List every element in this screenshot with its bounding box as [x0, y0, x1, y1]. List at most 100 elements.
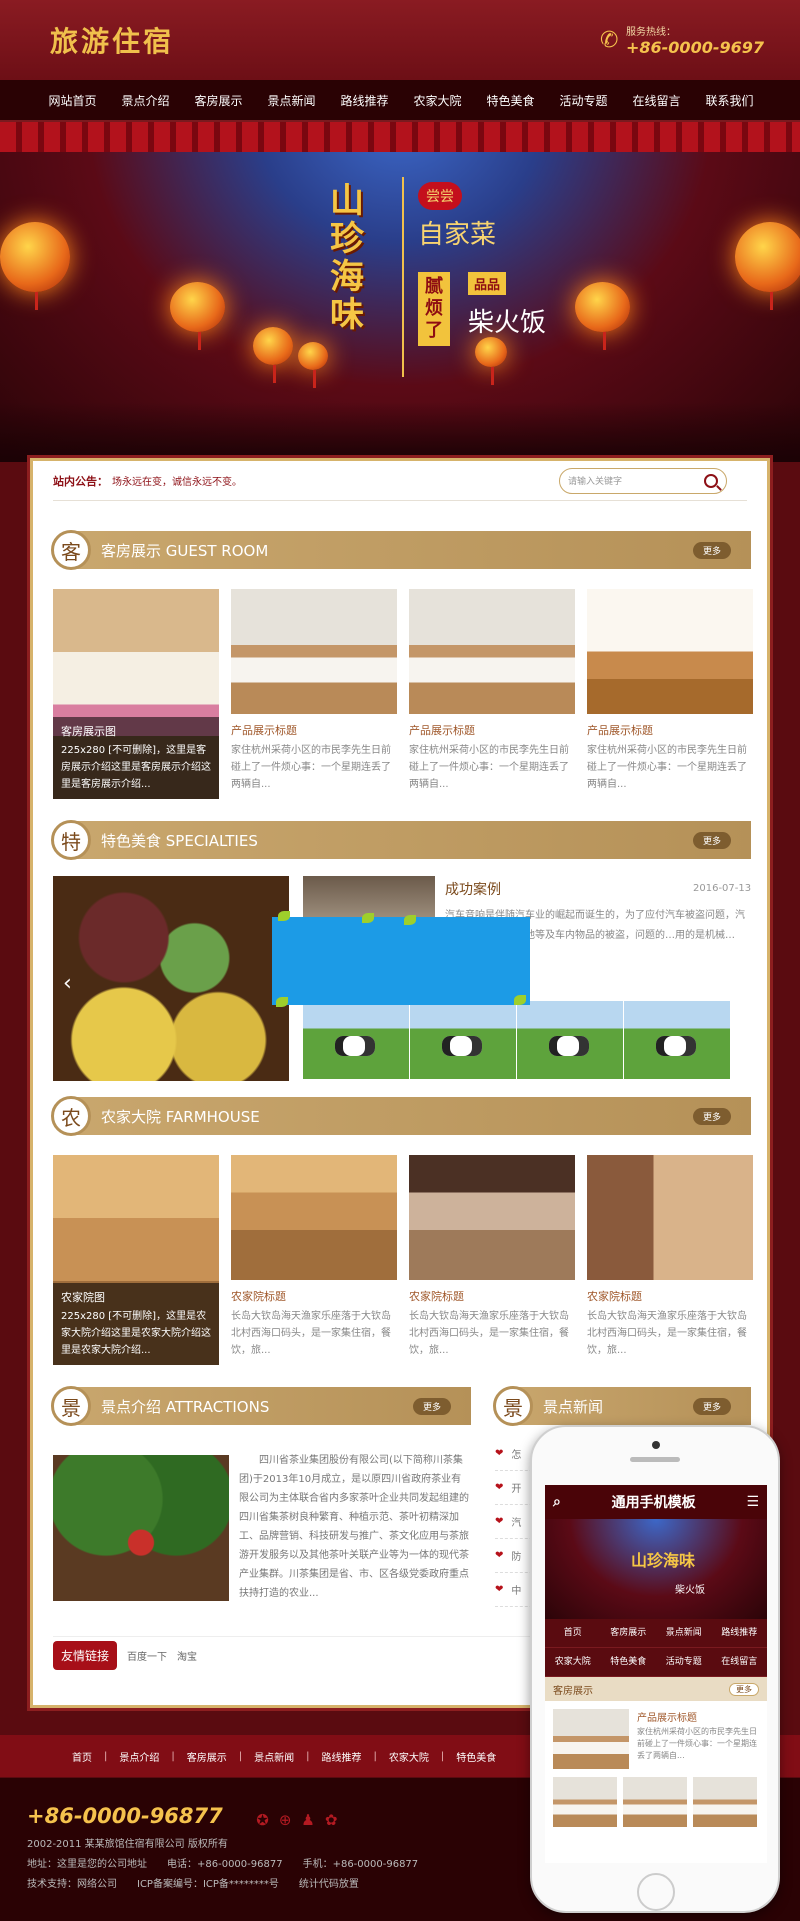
mobile-nav-item[interactable]: 活动专题 [656, 1648, 712, 1677]
nav-home[interactable]: 网站首页 [36, 92, 109, 109]
room-card[interactable]: 产品展示标题 家住杭州采荷小区的市民李先生日前碰上了一件烦心事：一个星期连丢了两… [409, 589, 575, 799]
farm-image[interactable] [409, 1155, 575, 1280]
room-image[interactable] [409, 589, 575, 714]
nav-events[interactable]: 活动专题 [547, 92, 620, 109]
nav-routes[interactable]: 路线推荐 [328, 92, 401, 109]
farm-card[interactable]: 农家院标题 长岛大钦岛海天渔家乐座落于大钦岛北村西海口码头，是一家集住宿，餐饮，… [587, 1155, 753, 1365]
footer-nav-rooms[interactable]: 客房展示 [175, 1749, 239, 1764]
main-nav: 网站首页 景点介绍 客房展示 景点新闻 路线推荐 农家大院 特色美食 活动专题 … [0, 80, 800, 122]
friend-link[interactable]: 淘宝 [177, 1648, 197, 1663]
mobile-nav-item[interactable]: 特色美食 [600, 1648, 656, 1677]
nav-attractions[interactable]: 景点介绍 [109, 92, 182, 109]
room-title[interactable]: 产品展示标题 [409, 722, 575, 738]
nav-contact[interactable]: 联系我们 [693, 92, 766, 109]
farm-image[interactable] [231, 1155, 397, 1280]
mobile-nav-item[interactable]: 客房展示 [600, 1619, 656, 1648]
room-title[interactable]: 产品展示标题 [587, 722, 753, 738]
room-title[interactable]: 产品展示标题 [231, 722, 397, 738]
friend-link[interactable]: 百度一下 [127, 1648, 167, 1663]
mobile-nav-item[interactable]: 景点新闻 [656, 1619, 712, 1648]
mobile-more-button[interactable]: 更多 [729, 1682, 759, 1696]
rooms-badge: 客 [51, 530, 91, 570]
nav-news[interactable]: 景点新闻 [255, 92, 328, 109]
gallery-image[interactable] [517, 1001, 623, 1079]
room-card-featured[interactable]: 客房展示图 225x280 [不可删除]，这里是客房展示介绍这里是客房展示介绍这… [53, 589, 219, 799]
room-card[interactable]: 产品展示标题 家住杭州采荷小区的市民李先生日前碰上了一件烦心事：一个星期连丢了两… [231, 589, 397, 799]
mobile-product-item[interactable]: 产品展示标题 家住杭州采荷小区的市民李先生日前碰上了一件烦心事：一个星期连丢了两… [545, 1701, 767, 1777]
room-card[interactable]: 产品展示标题 家住杭州采荷小区的市民李先生日前碰上了一件烦心事：一个星期连丢了两… [587, 589, 753, 799]
farm-title[interactable]: 农家院标题 [409, 1288, 575, 1304]
gallery-image[interactable] [624, 1001, 730, 1079]
room-image[interactable] [587, 589, 753, 714]
mobile-grid-image[interactable] [623, 1777, 687, 1827]
mobile-nav-item[interactable]: 路线推荐 [711, 1619, 767, 1648]
farm-image[interactable]: 农家院图 225x280 [不可删除]，这里是农家大院介绍这里是农家大院介绍这里… [53, 1155, 219, 1365]
rooms-more-button[interactable]: 更多 [692, 541, 731, 559]
mobile-product-desc: 家住杭州采荷小区的市民李先生日前碰上了一件烦心事：一个星期连丢了两辆自... [637, 1727, 757, 1760]
farm-more-button[interactable]: 更多 [692, 1107, 731, 1125]
farm-image[interactable] [587, 1155, 753, 1280]
mobile-nav-item[interactable]: 首页 [545, 1619, 601, 1648]
farm-card[interactable]: 农家院标题 长岛大钦岛海天渔家乐座落于大钦岛北村西海口码头，是一家集住宿，餐饮，… [409, 1155, 575, 1365]
phone-screen: ⌕ 通用手机模板 ☰ 山珍海味 柴火饭 首页 客房展示 景点新闻 路线推荐 农家… [545, 1485, 767, 1863]
footer-nav-farmhouse[interactable]: 农家大院 [377, 1749, 441, 1764]
slider-prev-icon[interactable]: ‹ [63, 971, 72, 996]
nav-food[interactable]: 特色美食 [474, 92, 547, 109]
mobile-nav-item[interactable]: 在线留言 [711, 1648, 767, 1677]
news-item-title[interactable]: 怎 [511, 1446, 521, 1461]
farm-title[interactable]: 农家院标题 [231, 1288, 397, 1304]
news-item-title[interactable]: 开 [511, 1480, 521, 1495]
mobile-grid-image[interactable] [553, 1777, 617, 1827]
food-header: 特 特色美食 SPECIALTIES 更多 [51, 820, 751, 860]
search-input[interactable]: 请输入关键字 [568, 474, 622, 487]
room-desc: 家住杭州采荷小区的市民李先生日前碰上了一件烦心事：一个星期连丢了两辆自... [409, 745, 569, 790]
search-box[interactable]: 请输入关键字 [559, 467, 727, 494]
nav-farmhouse[interactable]: 农家大院 [401, 92, 474, 109]
footer-nav-food[interactable]: 特色美食 [444, 1749, 508, 1764]
news-item-title[interactable]: 防 [511, 1548, 521, 1563]
pinterest-icon[interactable]: ⊕ [279, 1811, 292, 1829]
phone-icon: ✆ [599, 28, 619, 53]
lantern-icon [253, 327, 293, 383]
footer-nav-attractions[interactable]: 景点介绍 [107, 1749, 171, 1764]
room-image[interactable]: 客房展示图 225x280 [不可删除]，这里是客房展示介绍这里是客房展示介绍这… [53, 589, 219, 799]
farm-card-featured[interactable]: 农家院图 225x280 [不可删除]，这里是农家大院介绍这里是农家大院介绍这里… [53, 1155, 219, 1365]
news-more-button[interactable]: 更多 [692, 1397, 731, 1415]
food-slider[interactable]: ‹ › [53, 876, 289, 1081]
banner-taste: 品品 [468, 272, 507, 295]
weibo-icon[interactable]: ✪ [256, 1811, 269, 1829]
case-title[interactable]: 成功案例 [445, 879, 501, 899]
mobile-product-grid [545, 1777, 767, 1827]
gallery-image[interactable] [410, 1001, 516, 1079]
search-icon[interactable] [704, 473, 718, 488]
mobile-preview: ⌕ 通用手机模板 ☰ 山珍海味 柴火饭 首页 客房展示 景点新闻 路线推荐 农家… [530, 1425, 780, 1913]
hotline-label: 服务热线： [625, 27, 676, 38]
attraction-image[interactable] [53, 1455, 229, 1601]
mobile-search-icon[interactable]: ⌕ [553, 1494, 561, 1510]
paw-icon[interactable]: ✿ [325, 1811, 338, 1829]
room-image[interactable] [231, 589, 397, 714]
food-more-button[interactable]: 更多 [692, 831, 731, 849]
nav-message[interactable]: 在线留言 [620, 92, 693, 109]
news-item-title[interactable]: 汽 [511, 1514, 521, 1529]
footer-nav-news[interactable]: 景点新闻 [242, 1749, 306, 1764]
mobile-product-image[interactable] [553, 1709, 629, 1769]
mobile-nav-item[interactable]: 农家大院 [545, 1648, 601, 1677]
news-item-title[interactable]: 中 [511, 1582, 521, 1597]
footer-nav-home[interactable]: 首页 [60, 1749, 104, 1764]
mobile-grid-image[interactable] [693, 1777, 757, 1827]
attractions-more-button[interactable]: 更多 [412, 1397, 451, 1415]
home-button-icon[interactable] [637, 1873, 675, 1911]
farm-title[interactable]: 农家院标题 [587, 1288, 753, 1304]
floating-ad[interactable] [272, 911, 530, 1007]
mobile-menu-icon[interactable]: ☰ [746, 1494, 759, 1510]
site-logo[interactable]: 旅游住宿 [50, 20, 174, 60]
site-header: 旅游住宿 ✆ 服务热线： +86-0000-9697 [0, 0, 800, 80]
gallery-image[interactable] [303, 1001, 409, 1079]
footer-nav-routes[interactable]: 路线推荐 [310, 1749, 374, 1764]
qq-icon[interactable]: ♟ [301, 1811, 314, 1829]
farm-card[interactable]: 农家院标题 长岛大钦岛海天渔家乐座落于大钦岛北村西海口码头，是一家集住宿，餐饮，… [231, 1155, 397, 1365]
mobile-product-title[interactable]: 产品展示标题 [637, 1709, 759, 1724]
mobile-nav: 首页 客房展示 景点新闻 路线推荐 农家大院 特色美食 活动专题 在线留言 [545, 1619, 767, 1677]
nav-rooms[interactable]: 客房展示 [182, 92, 255, 109]
